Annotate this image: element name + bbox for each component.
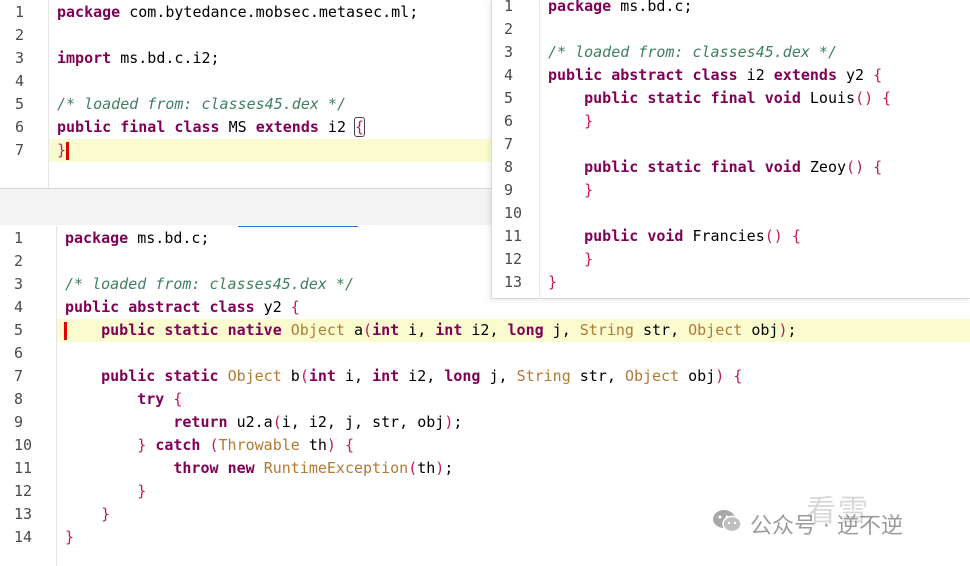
code-line[interactable]: }	[548, 112, 593, 130]
line-number: 7	[14, 367, 24, 385]
code-line[interactable]: return u2.a(i, i2, j, str, obj);	[65, 413, 462, 431]
line-number: 5	[15, 95, 25, 113]
wechat-watermark: 公众号 · 逆不逆	[712, 508, 903, 540]
code-line[interactable]: try {	[65, 390, 182, 408]
line-number: 9	[504, 181, 514, 199]
line-number: 12	[504, 250, 523, 268]
line-number: 7	[504, 135, 514, 153]
line-number-gutter	[0, 0, 49, 188]
line-number: 13	[504, 273, 523, 291]
tab-strip	[238, 226, 358, 227]
code-line[interactable]: package ms.bd.c;	[548, 0, 693, 15]
code-line[interactable]: package ms.bd.c;	[65, 229, 210, 247]
code-line[interactable]: import ms.bd.c.i2;	[57, 49, 220, 67]
line-number: 2	[14, 252, 24, 270]
code-line[interactable]: /* loaded from: classes45.dex */	[57, 95, 346, 113]
line-number: 8	[14, 390, 24, 408]
text-cursor	[66, 142, 69, 160]
code-line[interactable]: /* loaded from: classes45.dex */	[65, 275, 354, 293]
editor-pane-ms[interactable]: 1 package com.bytedance.mobsec.metasec.ml…	[0, 0, 500, 189]
code-line[interactable]: /* loaded from: classes45.dex */	[548, 43, 837, 61]
code-line[interactable]: }	[548, 181, 593, 199]
pane-divider	[0, 189, 500, 225]
line-number: 5	[504, 89, 514, 107]
line-number: 2	[15, 26, 25, 44]
line-number: 1	[504, 0, 514, 15]
code-line[interactable]: public abstract class y2 {	[65, 298, 300, 316]
line-number: 8	[504, 158, 514, 176]
line-number: 4	[504, 66, 514, 84]
code-line[interactable]: public static final void Zeoy() {	[548, 158, 882, 176]
line-number: 13	[14, 505, 33, 523]
watermark-text: 公众号 · 逆不逆	[750, 514, 903, 539]
line-number: 7	[15, 141, 25, 159]
code-line[interactable]: }	[548, 250, 593, 268]
code-line[interactable]: public static final void Louis() {	[548, 89, 891, 107]
code-line[interactable]: public void Francies() {	[548, 227, 801, 245]
line-number: 9	[14, 413, 24, 431]
current-line-highlight	[49, 139, 500, 162]
code-line[interactable]: }	[548, 273, 557, 291]
line-number: 10	[14, 436, 33, 454]
code-line[interactable]: public static Object b(int i, int i2, lo…	[65, 367, 742, 385]
wechat-icon	[712, 508, 742, 540]
line-number: 3	[15, 49, 25, 67]
line-number: 11	[504, 227, 523, 245]
code-line[interactable]: public abstract class i2 extends y2 {	[548, 66, 882, 84]
code-line[interactable]: }	[65, 505, 110, 523]
line-number: 2	[504, 20, 514, 38]
line-number: 14	[14, 528, 33, 546]
code-line[interactable]: }	[57, 141, 66, 159]
line-number: 3	[504, 43, 514, 61]
code-line[interactable]: public final class MS extends i2 {	[57, 117, 366, 137]
line-number: 10	[504, 204, 523, 222]
line-number: 12	[14, 482, 33, 500]
line-number: 1	[14, 229, 24, 247]
line-number: 5	[14, 321, 24, 339]
line-number: 3	[14, 275, 24, 293]
line-number: 6	[15, 118, 25, 136]
line-number: 11	[14, 459, 33, 477]
line-number: 4	[14, 298, 24, 316]
code-line[interactable]: public static native Object a(int i, int…	[65, 321, 796, 339]
code-line[interactable]: }	[65, 482, 146, 500]
line-number: 4	[15, 72, 25, 90]
editor-pane-i2[interactable]: 1 package ms.bd.c; 2 3 /* loaded from: class…	[491, 0, 970, 299]
code-line[interactable]: }	[65, 528, 74, 546]
code-line[interactable]: } catch (Throwable th) {	[65, 436, 354, 454]
line-number: 6	[14, 344, 24, 362]
code-line[interactable]: package com.bytedance.mobsec.metasec.ml;	[57, 3, 418, 21]
code-line[interactable]: throw new RuntimeException(th);	[65, 459, 453, 477]
line-number: 1	[15, 3, 25, 21]
line-number: 6	[504, 112, 514, 130]
